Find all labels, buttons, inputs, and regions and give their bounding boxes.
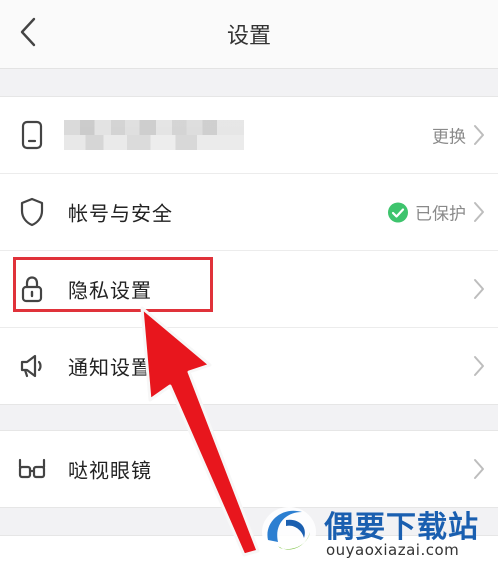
settings-group-main: 更换 帐号与安全 已保护 隐私设置 通知设置 <box>0 96 498 405</box>
glasses-label: 哒视眼镜 <box>68 458 152 483</box>
settings-group-devices: 哒视眼镜 <box>0 430 498 508</box>
lock-icon <box>16 273 48 305</box>
account-security-label: 帐号与安全 <box>68 201 173 226</box>
check-circle-icon <box>388 202 408 222</box>
chevron-right-icon <box>474 279 484 299</box>
settings-row-phone[interactable]: 更换 <box>0 97 498 174</box>
chevron-right-icon <box>474 459 484 479</box>
settings-row-privacy[interactable]: 隐私设置 <box>0 251 498 328</box>
chevron-right-icon <box>474 202 484 222</box>
protected-status-text: 已保护 <box>415 204 466 225</box>
settings-row-account-security[interactable]: 帐号与安全 已保护 <box>0 174 498 251</box>
privacy-settings-label: 隐私设置 <box>68 278 152 303</box>
glasses-icon <box>16 453 48 485</box>
phone-icon <box>16 119 48 151</box>
chevron-right-icon <box>474 125 484 145</box>
change-phone-label: 更换 <box>432 127 466 148</box>
nav-bar: 设置 <box>0 0 498 69</box>
notification-settings-label: 通知设置 <box>68 355 152 380</box>
protected-status: 已保护 <box>387 200 466 225</box>
chevron-right-icon <box>474 356 484 376</box>
settings-group-partial <box>0 535 498 566</box>
shield-icon <box>16 196 48 228</box>
phone-number-blurred <box>64 120 244 150</box>
page-title: 设置 <box>226 24 271 49</box>
settings-row-notifications[interactable]: 通知设置 <box>0 328 498 404</box>
settings-row-glasses[interactable]: 哒视眼镜 <box>0 431 498 507</box>
speaker-icon <box>16 350 48 382</box>
